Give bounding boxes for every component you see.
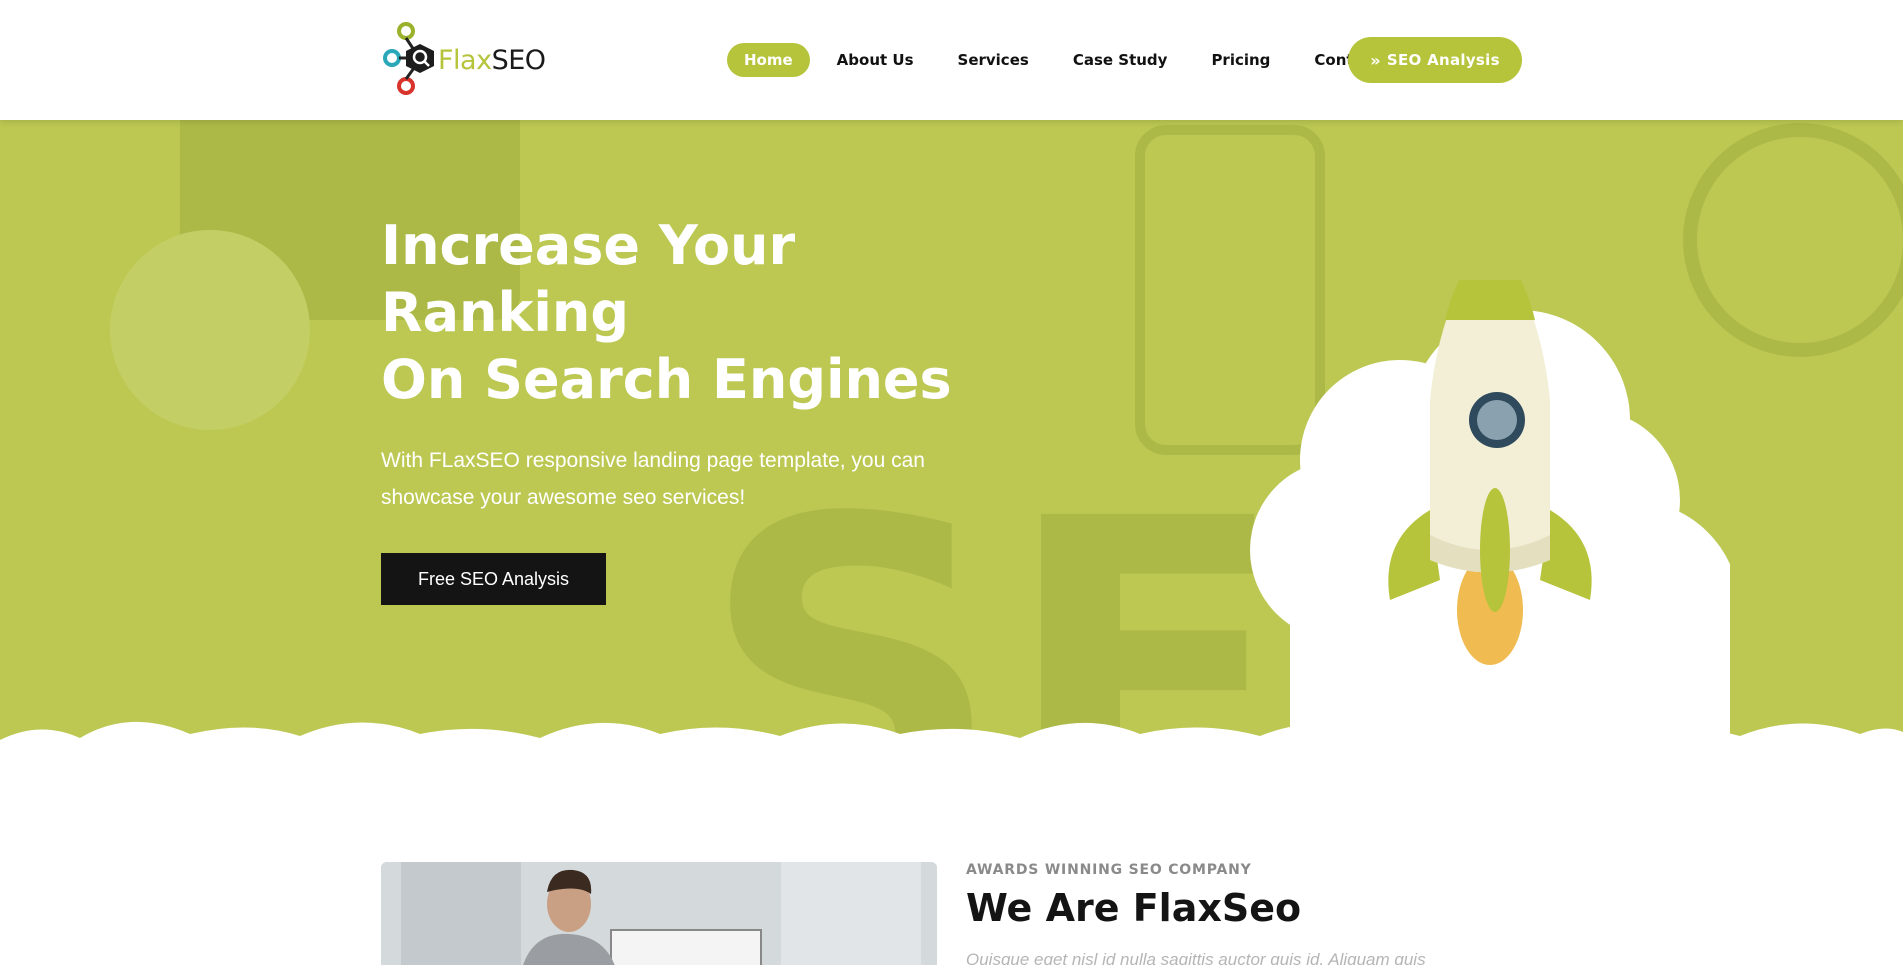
about-photo [381,862,937,965]
hero-cloud-divider [0,721,1903,750]
seo-analysis-button[interactable]: » SEO Analysis [1348,37,1522,83]
nav-item-pricing[interactable]: Pricing [1194,43,1287,77]
main-nav: Home About Us Services Case Study Pricin… [727,42,1407,78]
hero-title: Increase Your Ranking On Search Engines [381,212,1081,413]
brand-wordmark: FlaxSEO [438,45,546,76]
nav-item-about-us[interactable]: About Us [820,43,931,77]
free-seo-analysis-button[interactable]: Free SEO Analysis [381,553,606,605]
hero-section: SEO Increase Your Ranking On Search Engi… [0,120,1903,750]
hero-title-line-1: Increase Your [381,214,796,277]
double-chevron-right-icon: » [1370,50,1381,70]
seo-analysis-button-label: SEO Analysis [1386,51,1500,69]
about-eyebrow: AWARDS WINNING SEO COMPANY [966,862,1252,878]
nav-item-case-study[interactable]: Case Study [1056,43,1185,77]
hero-title-line-3: On Search Engines [381,348,952,411]
site-header: FlaxSEO Home About Us Services Case Stud… [0,0,1903,120]
rocket-illustration [1250,280,1730,750]
about-title: We Are FlaxSeo [966,886,1302,930]
hero-title-line-2: Ranking [381,281,629,344]
nav-item-home[interactable]: Home [727,43,810,77]
nav-item-services[interactable]: Services [941,43,1046,77]
brand-logo[interactable]: FlaxSEO [380,18,550,102]
logo-icon [383,22,434,95]
hero-subtitle: With FLaxSEO responsive landing page tem… [381,449,925,509]
about-text: Quisque eget nisl id nulla sagittis auct… [966,950,1426,965]
brand-name-part1: Flax [438,44,492,76]
presenter-photo-illustration [381,862,937,965]
brand-name-part2: SEO [491,44,546,76]
